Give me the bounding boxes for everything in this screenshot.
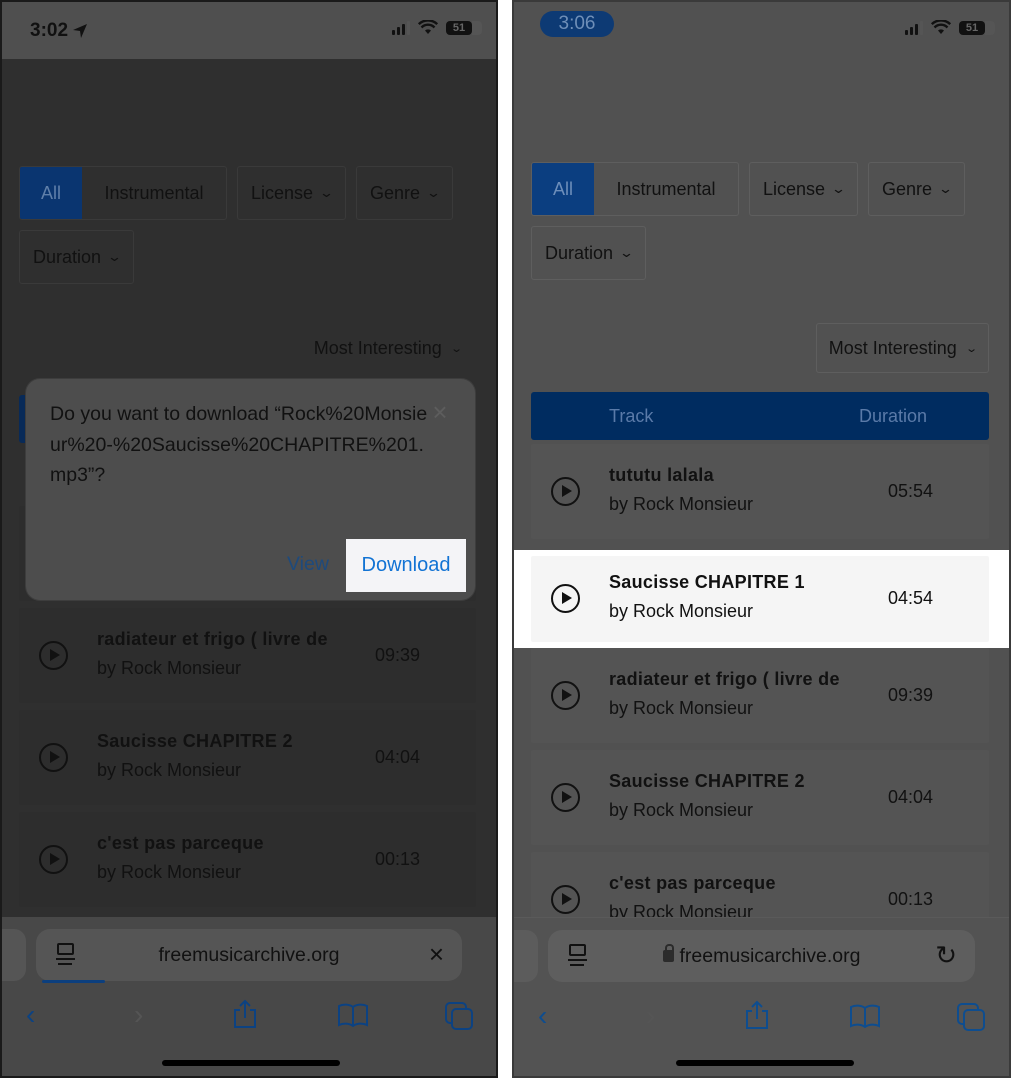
battery-icon: 51 bbox=[446, 20, 482, 35]
previous-tab-peek[interactable] bbox=[514, 930, 538, 982]
track-row[interactable]: Saucisse CHAPITRE 2 by Rock Monsieur 04:… bbox=[19, 710, 476, 805]
url-text[interactable]: freemusicarchive.org bbox=[548, 944, 975, 968]
type-segmented-control: All Instrumental bbox=[19, 166, 227, 220]
bookmarks-icon[interactable] bbox=[338, 1003, 368, 1027]
wifi-icon bbox=[931, 20, 951, 34]
forward-icon[interactable]: › bbox=[646, 996, 655, 1036]
track-table-header: Track Duration bbox=[531, 392, 989, 440]
status-time[interactable]: 3:06 bbox=[540, 11, 614, 37]
share-icon[interactable] bbox=[744, 1000, 770, 1030]
safari-toolbar: ‹ › bbox=[514, 996, 1009, 1036]
chevron-down-icon: ⌄ bbox=[449, 342, 463, 355]
battery-icon: 51 bbox=[959, 20, 995, 35]
chevron-down-icon: ⌄ bbox=[830, 181, 847, 196]
track-row[interactable]: tututu lalala by Rock Monsieur 05:54 bbox=[531, 444, 989, 539]
filter-all-button[interactable]: All bbox=[532, 163, 594, 215]
address-bar[interactable]: freemusicarchive.org × bbox=[36, 929, 462, 981]
filter-bar: All Instrumental License ⌄ Genre ⌄ Durat… bbox=[531, 162, 965, 290]
view-button[interactable]: View bbox=[287, 553, 329, 576]
right-phone-screen: 3:06 51 All Instrumental License ⌄ Genre bbox=[512, 0, 1011, 1078]
forward-icon[interactable]: › bbox=[134, 995, 143, 1035]
address-bar[interactable]: freemusicarchive.org ↻ bbox=[548, 930, 975, 982]
home-indicator[interactable] bbox=[676, 1060, 854, 1066]
safari-bottom-bar: freemusicarchive.org × ‹ › bbox=[2, 917, 496, 1076]
tabs-icon[interactable] bbox=[956, 1002, 986, 1032]
close-icon[interactable]: × bbox=[429, 399, 451, 425]
bookmarks-icon[interactable] bbox=[850, 1004, 880, 1028]
download-button[interactable]: Download bbox=[346, 539, 466, 592]
track-row[interactable]: radiateur et frigo ( livre de by Rock Mo… bbox=[19, 608, 476, 703]
share-icon[interactable] bbox=[232, 999, 258, 1029]
play-icon[interactable] bbox=[551, 783, 580, 812]
filter-instrumental-button[interactable]: Instrumental bbox=[82, 167, 226, 219]
play-icon[interactable] bbox=[39, 845, 68, 874]
lock-icon bbox=[662, 944, 674, 962]
wifi-icon bbox=[418, 20, 438, 34]
status-bar: 3:06 51 bbox=[514, 2, 1009, 59]
previous-tab-peek[interactable] bbox=[2, 929, 26, 981]
license-dropdown[interactable]: License ⌄ bbox=[749, 162, 858, 216]
chevron-down-icon: ⌄ bbox=[425, 185, 442, 200]
safari-toolbar: ‹ › bbox=[2, 995, 496, 1035]
back-icon[interactable]: ‹ bbox=[538, 996, 547, 1036]
tabs-icon[interactable] bbox=[444, 1001, 474, 1031]
play-icon[interactable] bbox=[551, 885, 580, 914]
home-indicator[interactable] bbox=[162, 1060, 340, 1066]
back-icon[interactable]: ‹ bbox=[26, 995, 35, 1035]
play-icon[interactable] bbox=[551, 477, 580, 506]
play-icon[interactable] bbox=[551, 681, 580, 710]
genre-dropdown[interactable]: Genre ⌄ bbox=[355, 166, 453, 220]
filter-bar: All Instrumental License ⌄ Genre ⌄ Durat… bbox=[19, 166, 453, 294]
play-icon[interactable] bbox=[39, 743, 68, 772]
chevron-down-icon: ⌄ bbox=[937, 181, 954, 196]
download-dialog: Do you want to download “Rock%20Monsieur… bbox=[26, 379, 475, 600]
close-icon[interactable]: × bbox=[429, 940, 444, 968]
status-time: 3:02 bbox=[30, 20, 88, 42]
cellular-signal-icon bbox=[905, 20, 923, 35]
location-arrow-icon bbox=[73, 24, 88, 38]
cellular-signal-icon bbox=[392, 20, 410, 35]
chevron-down-icon: ⌄ bbox=[618, 245, 635, 260]
filter-all-button[interactable]: All bbox=[20, 167, 82, 219]
genre-dropdown[interactable]: Genre ⌄ bbox=[867, 162, 965, 216]
play-icon[interactable] bbox=[551, 584, 580, 613]
duration-dropdown[interactable]: Duration ⌄ bbox=[531, 226, 646, 280]
status-bar: 3:02 51 bbox=[2, 2, 496, 59]
type-segmented-control: All Instrumental bbox=[531, 162, 739, 216]
safari-bottom-bar: freemusicarchive.org ↻ ‹ › bbox=[514, 917, 1009, 1076]
chevron-down-icon: ⌄ bbox=[318, 185, 335, 200]
status-icons: 51 bbox=[392, 20, 482, 35]
status-icons: 51 bbox=[905, 20, 995, 35]
play-icon[interactable] bbox=[39, 641, 68, 670]
track-list: tututu lalala by Rock Monsieur 05:54 rad… bbox=[531, 444, 989, 954]
chevron-down-icon: ⌄ bbox=[106, 249, 123, 264]
track-row[interactable]: c'est pas parceque by Rock Monsieur 00:1… bbox=[19, 812, 476, 907]
page-load-progress bbox=[42, 980, 105, 983]
dialog-message: Do you want to download “Rock%20Monsieur… bbox=[50, 403, 428, 486]
sort-dropdown[interactable]: Most Interesting ⌄ bbox=[301, 323, 474, 373]
track-row[interactable]: Saucisse CHAPITRE 2 by Rock Monsieur 04:… bbox=[531, 750, 989, 845]
chevron-down-icon: ⌄ bbox=[964, 342, 978, 355]
left-phone-screen: 3:02 51 All Instrumental License ⌄ Genre… bbox=[0, 0, 498, 1078]
highlighted-track-band: Saucisse CHAPITRE 1 by Rock Monsieur 04:… bbox=[514, 550, 1009, 648]
url-text[interactable]: freemusicarchive.org bbox=[36, 944, 462, 967]
track-row-highlighted[interactable]: Saucisse CHAPITRE 1 by Rock Monsieur 04:… bbox=[531, 556, 989, 642]
license-dropdown[interactable]: License ⌄ bbox=[237, 166, 346, 220]
reload-icon[interactable]: ↻ bbox=[935, 941, 957, 969]
sort-dropdown[interactable]: Most Interesting ⌄ bbox=[815, 323, 989, 373]
filter-instrumental-button[interactable]: Instrumental bbox=[594, 163, 738, 215]
duration-dropdown[interactable]: Duration ⌄ bbox=[19, 230, 134, 284]
track-row[interactable]: radiateur et frigo ( livre de by Rock Mo… bbox=[531, 648, 989, 743]
